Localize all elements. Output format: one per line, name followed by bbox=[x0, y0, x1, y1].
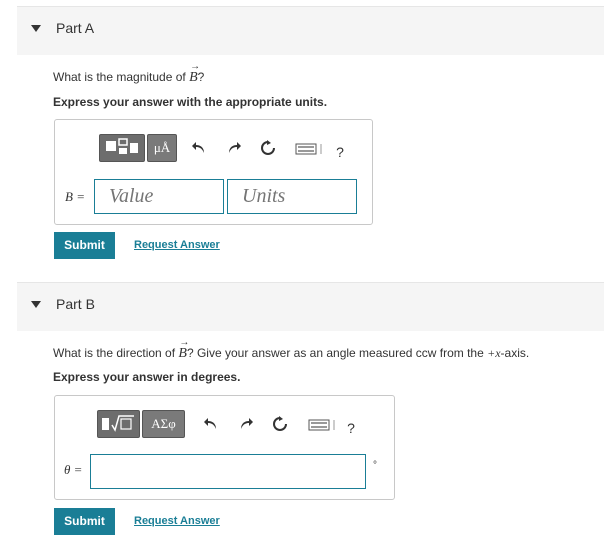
vector-b-symbol: → B bbox=[189, 61, 201, 85]
axis-symbol: +x bbox=[487, 346, 501, 360]
vector-arrow-icon: → bbox=[190, 61, 201, 72]
sqrt-template-icon bbox=[102, 415, 134, 432]
part-b-header[interactable]: Part B bbox=[17, 282, 604, 331]
collapse-triangle-icon[interactable] bbox=[31, 25, 41, 32]
value-input[interactable] bbox=[94, 179, 224, 214]
part-b-request-answer-link[interactable]: Request Answer bbox=[134, 515, 220, 527]
degree-symbol: ° bbox=[373, 460, 377, 471]
variable-label-theta: θ = bbox=[64, 462, 83, 477]
part-a-request-answer-link[interactable]: Request Answer bbox=[134, 239, 220, 251]
redo-icon[interactable] bbox=[225, 140, 243, 161]
part-a-question: What is the magnitude of → B? bbox=[53, 61, 205, 85]
part-a-title: Part A bbox=[56, 20, 95, 36]
vector-b-symbol: → B bbox=[178, 337, 190, 361]
vector-arrow-icon: → bbox=[179, 337, 190, 348]
reset-icon[interactable] bbox=[271, 416, 289, 437]
help-icon[interactable]: ? bbox=[333, 144, 347, 160]
units-input[interactable] bbox=[227, 179, 357, 214]
part-b-answer-box: ΑΣφ ? θ = ° bbox=[54, 395, 395, 500]
units-button[interactable]: μÅ bbox=[147, 134, 177, 162]
collapse-triangle-icon[interactable] bbox=[31, 301, 41, 308]
undo-icon[interactable] bbox=[190, 140, 208, 161]
question-text: What is the magnitude of bbox=[53, 70, 190, 84]
reset-icon[interactable] bbox=[259, 140, 277, 161]
part-b-question: What is the direction of → B? Give your a… bbox=[53, 337, 530, 361]
part-b-title: Part B bbox=[56, 296, 95, 312]
help-icon[interactable]: ? bbox=[344, 420, 358, 436]
part-a-instruction: Express your answer with the appropriate… bbox=[53, 95, 328, 109]
angle-input[interactable] bbox=[90, 454, 366, 489]
keyboard-icon[interactable] bbox=[308, 418, 338, 436]
part-a-header[interactable]: Part A bbox=[17, 6, 604, 55]
undo-icon[interactable] bbox=[202, 416, 220, 437]
keyboard-icon[interactable] bbox=[295, 142, 325, 160]
variable-label-b: B = bbox=[65, 189, 85, 204]
part-a-answer-box: μÅ ? B = bbox=[54, 119, 373, 225]
greek-symbols-button[interactable]: ΑΣφ bbox=[142, 410, 185, 438]
sqrt-template-button[interactable] bbox=[97, 410, 140, 438]
template-icon bbox=[106, 138, 138, 154]
part-b-instruction: Express your answer in degrees. bbox=[53, 370, 241, 384]
template-button[interactable] bbox=[99, 134, 145, 162]
part-b-submit-button[interactable]: Submit bbox=[54, 508, 115, 535]
part-a-submit-button[interactable]: Submit bbox=[54, 232, 115, 259]
redo-icon[interactable] bbox=[237, 416, 255, 437]
